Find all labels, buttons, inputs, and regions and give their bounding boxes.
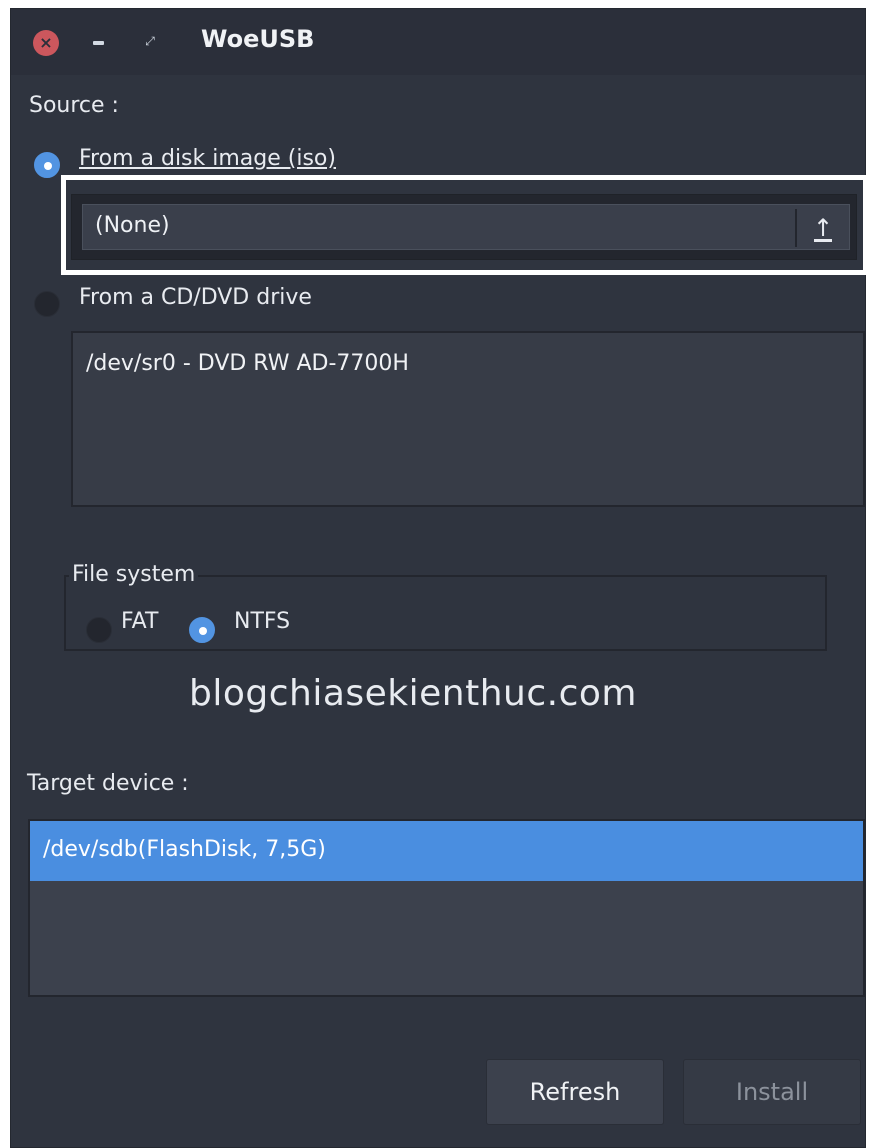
- ntfs-radio[interactable]: [189, 617, 215, 643]
- source-label: Source :: [29, 93, 119, 118]
- file-chooser-separator: [795, 209, 797, 247]
- close-icon[interactable]: ×: [33, 30, 59, 56]
- iso-file-chooser[interactable]: (None) ↑: [71, 194, 857, 260]
- list-item-selected[interactable]: /dev/sdb(FlashDisk, 7,5G): [30, 821, 863, 881]
- target-device-item: /dev/sdb(FlashDisk, 7,5G): [43, 837, 326, 862]
- iso-file-value: (None): [95, 213, 170, 238]
- filesystem-label: File system: [69, 562, 199, 587]
- ntfs-label[interactable]: NTFS: [234, 609, 290, 634]
- iso-radio[interactable]: [34, 152, 60, 178]
- maximize-icon[interactable]: ⤢: [144, 34, 156, 48]
- target-device-label: Target device :: [27, 771, 189, 796]
- target-device-list[interactable]: /dev/sdb(FlashDisk, 7,5G): [28, 819, 865, 997]
- fat-label[interactable]: FAT: [121, 609, 158, 634]
- iso-option-label[interactable]: From a disk image (iso): [79, 146, 336, 171]
- minimize-icon[interactable]: [93, 41, 104, 45]
- title-bar: × ⤢ WoeUSB: [11, 9, 865, 75]
- watermark-text: blogchiasekienthuc.com: [189, 673, 637, 714]
- refresh-button[interactable]: Refresh: [486, 1059, 664, 1125]
- upload-icon[interactable]: ↑: [805, 212, 841, 244]
- window-title: WoeUSB: [201, 25, 315, 53]
- install-button[interactable]: Install: [683, 1059, 861, 1125]
- iso-file-field[interactable]: (None) ↑: [82, 204, 850, 250]
- cd-option-label[interactable]: From a CD/DVD drive: [79, 285, 312, 310]
- cd-radio[interactable]: [34, 291, 60, 317]
- woeusb-window: × ⤢ WoeUSB Source : From a disk image (i…: [10, 8, 868, 1148]
- cd-drive-list[interactable]: /dev/sr0 - DVD RW AD-7700H: [71, 331, 865, 507]
- list-item[interactable]: /dev/sr0 - DVD RW AD-7700H: [86, 351, 409, 376]
- fat-radio[interactable]: [86, 617, 112, 643]
